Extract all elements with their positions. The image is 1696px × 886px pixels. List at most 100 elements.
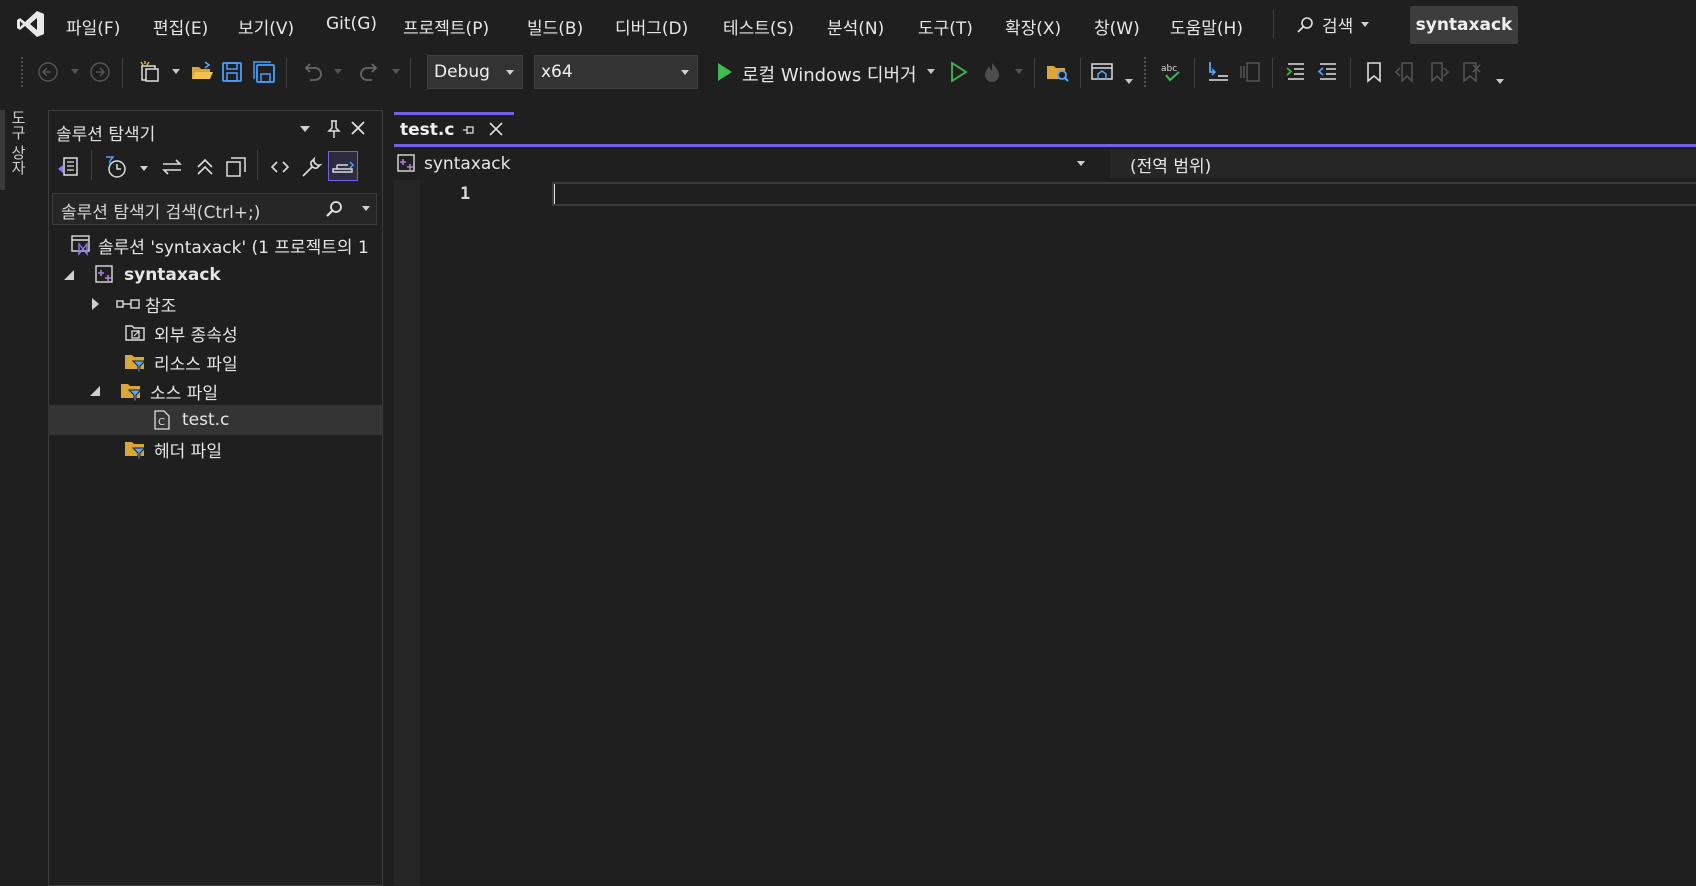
bookmark-icon[interactable]	[1362, 60, 1386, 84]
menu-window[interactable]: 창(W)	[1094, 14, 1140, 39]
previous-bookmark-icon[interactable]	[1394, 60, 1418, 84]
run-target-dropdown-icon[interactable]	[927, 69, 935, 74]
step-into-icon[interactable]	[1206, 60, 1230, 84]
new-project-icon[interactable]	[138, 60, 162, 84]
toolbar-separator	[122, 58, 123, 88]
tree-item-label: syntaxack	[124, 265, 221, 285]
spell-check-icon[interactable]: abc	[1160, 60, 1184, 84]
save-icon[interactable]	[220, 60, 244, 84]
switch-views-icon[interactable]	[56, 155, 80, 179]
sync-with-active-document-icon[interactable]	[160, 155, 184, 179]
toolbar-grip[interactable]	[1143, 56, 1147, 88]
references-icon	[115, 293, 141, 315]
current-line-highlight[interactable]	[552, 182, 1696, 206]
tree-item-test-c[interactable]: C test.c	[48, 405, 382, 435]
c-file-icon: C	[152, 409, 172, 431]
new-project-dropdown-icon[interactable]	[172, 69, 180, 74]
tree-item-resource-files[interactable]: 리소스 파일	[48, 347, 382, 377]
visual-studio-logo-icon[interactable]	[16, 9, 46, 39]
menu-help[interactable]: 도움말(H)	[1170, 14, 1243, 39]
tree-item-project[interactable]: syntaxack	[48, 260, 382, 290]
panel-options-chevron-icon[interactable]	[300, 126, 310, 132]
open-folder-icon[interactable]	[190, 60, 214, 84]
solution-name-badge[interactable]: syntaxack	[1410, 6, 1518, 44]
back-icon[interactable]	[36, 60, 60, 84]
nav-scope-label: (전역 범위)	[1130, 156, 1212, 177]
tree-item-source-files[interactable]: 소스 파일	[48, 376, 382, 406]
tree-item-header-files[interactable]: 헤더 파일	[48, 434, 382, 464]
menu-debug[interactable]: 디버그(D)	[615, 14, 688, 39]
undo-dropdown-icon[interactable]	[334, 69, 342, 74]
platform-combo[interactable]: x64	[534, 55, 698, 89]
filter-dropdown-icon[interactable]	[140, 166, 148, 171]
clear-bookmarks-icon[interactable]	[1458, 60, 1482, 84]
next-bookmark-icon[interactable]	[1426, 60, 1450, 84]
pin-icon[interactable]	[326, 119, 342, 139]
tree-item-solution[interactable]: 솔루션 'syntaxack' (1 프로젝트의 1	[48, 230, 382, 260]
expanded-chevron-icon[interactable]	[64, 270, 74, 280]
menu-git[interactable]: Git(G)	[326, 14, 377, 34]
tree-item-external-dependencies[interactable]: 외부 종속성	[48, 318, 382, 348]
chevron-down-icon[interactable]	[1077, 161, 1085, 166]
svg-text:abc: abc	[1161, 64, 1177, 74]
tree-item-label: 헤더 파일	[154, 441, 222, 462]
menu-edit[interactable]: 편집(E)	[153, 14, 208, 39]
show-all-files-icon[interactable]	[224, 155, 248, 179]
tree-item-references[interactable]: 참조	[48, 289, 382, 319]
start-debugging-button[interactable]: 로컬 Windows 디버거	[742, 61, 917, 87]
cpp-project-icon	[396, 153, 418, 175]
menu-test[interactable]: 테스트(S)	[723, 14, 794, 39]
search-options-chevron-icon[interactable]	[362, 206, 370, 211]
indent-icon[interactable]	[1284, 60, 1308, 84]
search-icon[interactable]	[324, 199, 344, 219]
menu-build[interactable]: 빌드(B)	[527, 14, 583, 39]
browser-link-icon[interactable]	[1090, 60, 1114, 84]
forward-icon[interactable]	[88, 60, 112, 84]
start-debugging-icon[interactable]	[712, 60, 736, 84]
filter-folder-icon	[120, 380, 142, 402]
filter-folder-icon	[124, 438, 146, 460]
start-without-debugging-icon[interactable]	[946, 60, 970, 84]
toolbar-grip[interactable]	[20, 56, 24, 88]
menu-tools[interactable]: 도구(T)	[918, 14, 973, 39]
toolbar-overflow-icon[interactable]	[1496, 79, 1504, 84]
properties-wrench-icon[interactable]	[300, 155, 324, 179]
menu-file[interactable]: 파일(F)	[66, 14, 120, 39]
view-code-icon[interactable]	[268, 155, 292, 179]
project-scope-dropdown[interactable]: syntaxack	[396, 150, 1096, 178]
toolbox-tab[interactable]: 도구 상자	[9, 110, 29, 190]
breakpoint-window-icon[interactable]	[1238, 60, 1262, 84]
menu-separator	[1273, 10, 1274, 38]
redo-icon[interactable]	[358, 60, 382, 84]
overflow-dropdown-icon[interactable]	[1125, 79, 1133, 84]
menu-project[interactable]: 프로젝트(P)	[403, 14, 489, 39]
menu-view[interactable]: 보기(V)	[238, 14, 294, 39]
hot-reload-icon[interactable]	[980, 60, 1004, 84]
preview-selected-items-button[interactable]	[328, 151, 358, 181]
configuration-combo[interactable]: Debug	[427, 55, 523, 89]
line-number: 1	[460, 184, 471, 204]
collapse-all-icon[interactable]	[193, 155, 217, 179]
tab-pin-icon[interactable]	[462, 123, 476, 137]
global-scope-dropdown[interactable]: (전역 범위)	[1110, 150, 1696, 178]
menu-extensions[interactable]: 확장(X)	[1005, 14, 1061, 39]
tab-close-icon[interactable]	[489, 122, 503, 136]
menu-analyze[interactable]: 분석(N)	[827, 14, 884, 39]
toolbar-separator	[1350, 58, 1351, 88]
close-icon[interactable]	[350, 120, 366, 136]
pending-changes-filter-icon[interactable]	[104, 155, 128, 179]
back-dropdown-icon[interactable]	[71, 69, 79, 74]
expanded-chevron-icon[interactable]	[90, 386, 100, 396]
filter-folder-icon	[124, 351, 146, 373]
hot-reload-dropdown-icon[interactable]	[1015, 69, 1023, 74]
undo-icon[interactable]	[300, 60, 324, 84]
search-button[interactable]: 검색	[1296, 12, 1370, 37]
outdent-icon[interactable]	[1316, 60, 1340, 84]
solution-explorer-panel	[48, 110, 383, 886]
tree-item-label: 참조	[145, 296, 177, 317]
collapsed-chevron-icon[interactable]	[92, 298, 99, 310]
preview-icon	[332, 161, 354, 173]
redo-dropdown-icon[interactable]	[392, 69, 400, 74]
find-in-files-icon[interactable]	[1045, 60, 1069, 84]
save-all-icon[interactable]	[252, 60, 276, 84]
